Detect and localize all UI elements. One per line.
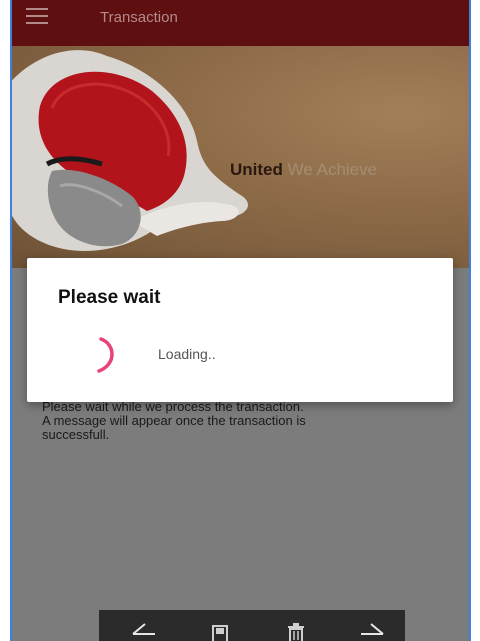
- dialog-title: Please wait: [58, 287, 161, 308]
- delete-icon[interactable]: [281, 622, 311, 641]
- tagline-united: United: [230, 160, 283, 179]
- message-line-1: Please wait while we process the transac…: [42, 399, 304, 414]
- top-app-bar: Transaction: [12, 0, 469, 46]
- loading-text: Loading..: [158, 346, 216, 362]
- forward-arrow-icon[interactable]: [357, 622, 387, 641]
- save-icon[interactable]: [205, 622, 235, 641]
- hands-heart-illustration: [12, 50, 248, 251]
- bottom-toolbar: [99, 610, 405, 641]
- banner-tagline: United We Achieve: [230, 160, 377, 180]
- loading-spinner-icon: [97, 337, 114, 373]
- message-line-3: successfull.: [42, 427, 110, 442]
- message-line-2: A message will appear once the transacti…: [42, 413, 306, 428]
- menu-icon[interactable]: [26, 8, 52, 24]
- tagline-we-achieve: We Achieve: [287, 160, 378, 179]
- page-title: Transaction: [100, 9, 178, 26]
- hero-banner: United We Achieve: [12, 46, 469, 268]
- back-arrow-icon[interactable]: [129, 622, 159, 641]
- transaction-message: Please wait while we process the transac…: [42, 400, 422, 442]
- loading-dialog: Please wait Loading..: [27, 258, 453, 402]
